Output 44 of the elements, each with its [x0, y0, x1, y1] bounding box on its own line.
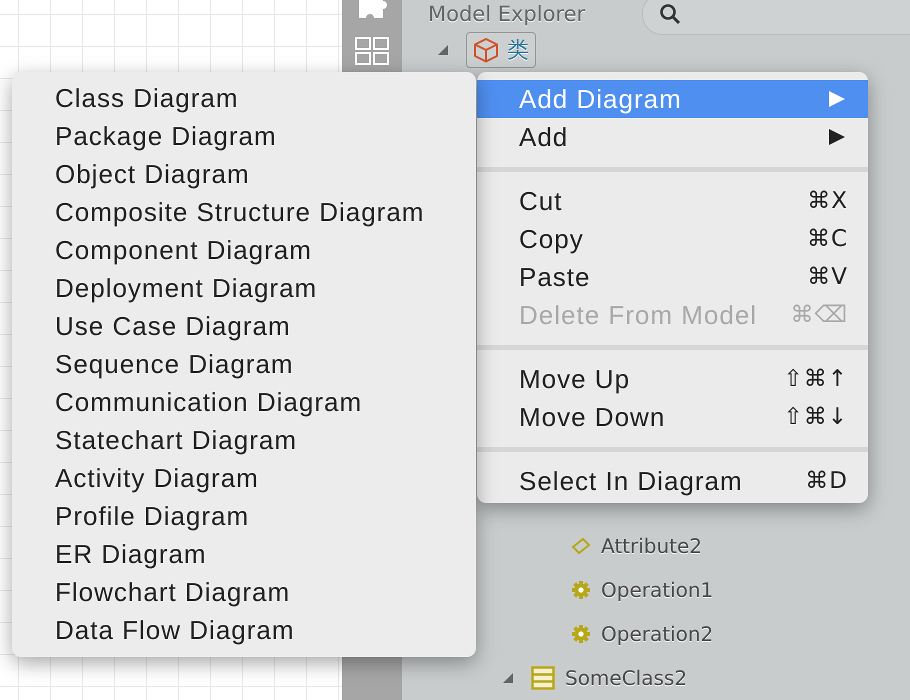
menu-item[interactable]: Copy ⌘C: [477, 220, 868, 258]
menu-item[interactable]: Object Diagram: [12, 155, 476, 193]
menu-item[interactable]: Package Diagram: [12, 117, 476, 155]
tree-item[interactable]: Operation2: [571, 622, 714, 646]
menu-item[interactable]: Deployment Diagram: [12, 269, 476, 307]
menu-item[interactable]: ER Diagram: [12, 535, 476, 573]
menu-item[interactable]: Activity Diagram: [12, 459, 476, 497]
cube-icon: [473, 37, 499, 63]
grid-view-button[interactable]: [355, 37, 389, 68]
tree-item[interactable]: SomeClass2: [531, 666, 688, 690]
menu-item[interactable]: Select In Diagram ⌘D: [477, 462, 868, 500]
menu-item[interactable]: Statechart Diagram: [12, 421, 476, 459]
diamond-icon: [571, 536, 591, 556]
menu-item[interactable]: Component Diagram: [12, 231, 476, 269]
menu-item[interactable]: Paste ⌘V: [477, 258, 868, 296]
shortcut-label: ⌘X: [807, 188, 848, 214]
menu-item[interactable]: Flowchart Diagram: [12, 573, 476, 611]
tree-item[interactable]: Operation1: [571, 578, 714, 602]
gear-icon: [571, 580, 591, 600]
menu-item[interactable]: Use Case Diagram: [12, 307, 476, 345]
shortcut-label: ⇧⌘↑: [783, 366, 848, 392]
expanded-arrow-icon[interactable]: [437, 44, 449, 56]
menu-item[interactable]: Sequence Diagram: [12, 345, 476, 383]
menu-item[interactable]: Data Flow Diagram: [12, 611, 476, 649]
menu-item[interactable]: Move Down ⇧⌘↓: [477, 398, 868, 436]
panel-title: Model Explorer: [428, 2, 586, 26]
menu-item[interactable]: Cut ⌘X: [477, 182, 868, 220]
menu-item[interactable]: Profile Diagram: [12, 497, 476, 535]
shortcut-label: ⌘⌫: [790, 302, 848, 328]
shortcut-label: ⌘D: [805, 468, 848, 494]
search-field[interactable]: [642, 0, 910, 35]
expanded-arrow-icon[interactable]: [502, 672, 514, 684]
search-icon: [659, 3, 681, 25]
menu-item[interactable]: Class Diagram: [12, 79, 476, 117]
menu-item[interactable]: Composite Structure Diagram: [12, 193, 476, 231]
gear-icon: [571, 624, 591, 644]
shortcut-label: ⌘C: [806, 226, 848, 252]
class-icon: [531, 666, 555, 690]
shortcut-label: ⇧⌘↓: [783, 404, 848, 430]
menu-item[interactable]: Communication Diagram: [12, 383, 476, 421]
menu-item[interactable]: Move Up ⇧⌘↑: [477, 360, 868, 398]
shortcut-label: ⌘V: [807, 264, 848, 290]
tree-item[interactable]: Attribute2: [571, 534, 702, 558]
menu-item[interactable]: Add: [477, 118, 868, 156]
